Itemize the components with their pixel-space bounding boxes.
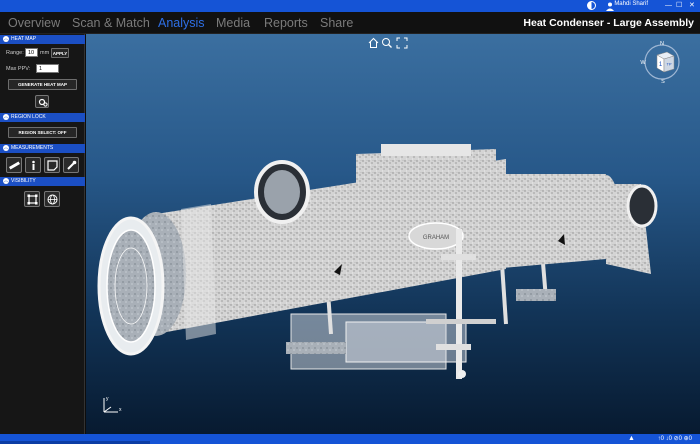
max-ppv-input[interactable]: 1	[36, 64, 59, 73]
info-icon	[32, 160, 35, 170]
minimize-button[interactable]: —	[665, 0, 672, 12]
gear-icon	[38, 98, 48, 107]
heat-map-settings-button[interactable]	[35, 95, 49, 108]
region-lock-header[interactable]: ︿ REGION LOCK	[0, 113, 85, 122]
region-select-button[interactable]: REGION SELECT: OFF	[8, 127, 77, 138]
tab-scan-match[interactable]: Scan & Match	[72, 16, 150, 30]
globe-icon	[47, 194, 58, 205]
close-button[interactable]: ✕	[689, 0, 695, 12]
nav-bar: Overview Scan & Match Analysis Media Rep…	[0, 12, 700, 34]
measurements-header-label: MEASUREMENTS	[11, 145, 54, 151]
measurements-header[interactable]: ︿ MEASUREMENTS	[0, 144, 85, 153]
tab-analysis[interactable]: Analysis	[158, 16, 205, 30]
left-flange	[97, 216, 165, 356]
nameplate-label: GRAHAM	[423, 235, 449, 241]
heat-map-header-label: HEAT MAP	[11, 36, 37, 42]
heat-map-header[interactable]: ︿ HEAT MAP	[0, 35, 85, 44]
assembly-title: Heat Condenser - Large Assembly	[523, 17, 694, 29]
range-input[interactable]: 10	[25, 48, 38, 57]
sidebar: ︿ HEAT MAP Range: 10 mm APPLY Max PPV: 1 …	[0, 34, 85, 434]
maximize-button[interactable]: ☐	[676, 0, 682, 12]
title-bar: Mahdi Sharif — ☐ ✕	[0, 0, 700, 12]
tab-reports[interactable]: Reports	[264, 16, 308, 30]
globe-view-button[interactable]	[44, 191, 60, 207]
visibility-header[interactable]: ︿ VISIBILITY	[0, 177, 85, 186]
ruler-icon	[9, 161, 20, 170]
max-ppv-label: Max PPV:	[6, 66, 31, 72]
axis-indicator: y x	[103, 396, 122, 413]
chevron-up-icon: ︿	[3, 178, 9, 184]
tab-media[interactable]: Media	[216, 16, 250, 30]
top-nozzle	[254, 160, 310, 224]
visibility-header-label: VISIBILITY	[11, 178, 36, 184]
generate-heat-map-button[interactable]: GENERATE HEAT MAP	[8, 79, 77, 90]
model-viewport[interactable]: 1 TP N W S GRAHAM y x	[86, 34, 700, 434]
bounding-box-button[interactable]	[24, 191, 40, 207]
chevron-up-icon: ︿	[3, 145, 9, 151]
info-tool-button[interactable]	[25, 157, 41, 173]
ruler-tool-button[interactable]	[6, 157, 22, 173]
probe-icon	[67, 160, 77, 170]
axis-x-label: x	[119, 407, 122, 413]
range-unit: mm	[40, 50, 50, 56]
region-lock-header-label: REGION LOCK	[11, 114, 46, 120]
chevron-up-icon: ︿	[3, 36, 9, 42]
chevron-up-icon: ︿	[3, 114, 9, 120]
tab-share[interactable]: Share	[320, 16, 353, 30]
note-icon	[47, 160, 58, 171]
probe-tool-button[interactable]	[63, 157, 79, 173]
range-label: Range:	[6, 50, 24, 56]
nameplate: GRAHAM	[408, 222, 464, 250]
tab-overview[interactable]: Overview	[8, 16, 60, 30]
note-tool-button[interactable]	[44, 157, 60, 173]
bell-icon[interactable]: ▲	[628, 435, 635, 442]
status-counts: ↑0 ↓0 ⊘0 ⊕0	[657, 436, 692, 442]
axis-y-label: y	[106, 396, 109, 402]
theme-toggle-icon[interactable]	[587, 1, 596, 10]
condenser-point-cloud[interactable]: GRAHAM	[86, 34, 700, 434]
right-nozzle	[606, 184, 658, 274]
bounding-box-icon	[27, 194, 38, 205]
apply-button[interactable]: APPLY	[51, 48, 69, 58]
user-name[interactable]: Mahdi Sharif	[614, 1, 648, 7]
